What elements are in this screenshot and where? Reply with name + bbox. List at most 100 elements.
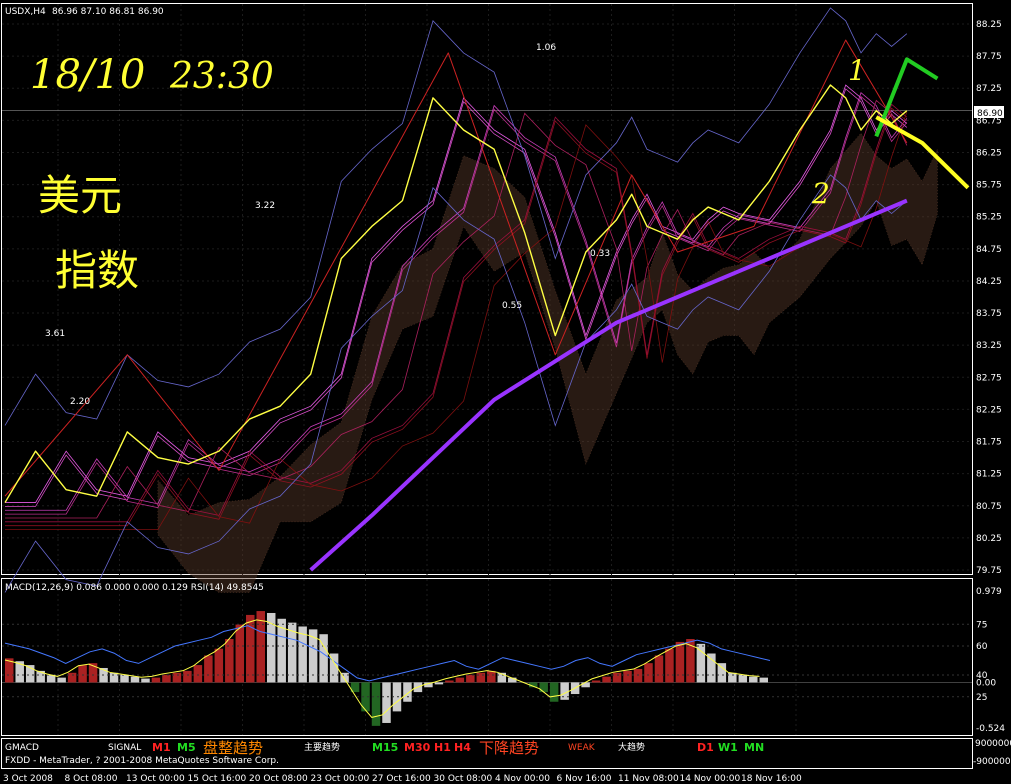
m30-indicator: M30 (404, 741, 431, 754)
price-tick-label: 82.25 (976, 405, 1002, 415)
macd-bar (549, 682, 559, 702)
macd-bar (214, 648, 224, 683)
macd-bar (162, 674, 171, 683)
time-tick-label: 11 Nov 08:00 (618, 774, 679, 784)
fib-label: 1.06 (536, 43, 556, 53)
price-tick-label: 81.25 (976, 470, 1002, 480)
macd-bar (623, 670, 632, 683)
indicator-tick-label: -0.524 (976, 724, 1005, 734)
macd-bar (109, 672, 119, 683)
macd-bar (612, 672, 622, 683)
macd-bar (382, 682, 391, 723)
macd-bar (665, 648, 674, 683)
time-tick-label: 13 Oct 00:00 (126, 774, 185, 784)
price-tick-label: 84.75 (976, 245, 1002, 255)
gmacd-label: GMACD (5, 743, 39, 753)
macd-bar (183, 670, 192, 683)
d1-indicator: D1 (697, 741, 714, 754)
macd-bar (466, 674, 475, 683)
indicator-tick-label: 60 (976, 642, 988, 652)
chart-stage: 88.2587.7587.2586.7586.2585.7585.2584.75… (1, 3, 1011, 784)
mn-indicator: MN (744, 741, 764, 754)
indicator-frame[interactable] (1, 578, 973, 736)
fib-label: 3.61 (45, 329, 65, 339)
time-tick-label: 23 Oct 00:00 (311, 774, 370, 784)
macd-bar (151, 677, 161, 683)
time-axis: 3 Oct 2008 8 Oct 08:00 13 Oct 00:00 15 Oct … (3, 774, 802, 784)
time-tick-label: 14 Nov 00:00 (680, 774, 741, 784)
macd-bar (193, 665, 203, 683)
macd-bar (141, 678, 150, 683)
macd-bar (392, 682, 402, 712)
indicator-tick-label: 0.979 (976, 587, 1002, 597)
macd-bar (67, 672, 77, 683)
indicator-header: MACD(12,26,9) 0.086 0.000 0.000 0.129 RS… (5, 583, 264, 593)
fib-label: 0.55 (502, 301, 522, 311)
macd-bar (633, 668, 643, 683)
handwritten-date: 18/10 (30, 52, 145, 98)
range-trend-label: 盘整趋势 (203, 739, 263, 757)
time-tick-label: 18 Nov 16:00 (741, 774, 802, 784)
macd-bar (120, 674, 129, 683)
price-tick-label: 82.75 (976, 373, 1002, 383)
macd-bar (581, 682, 590, 688)
fib-label: 3.22 (255, 201, 275, 211)
macd-bar (728, 672, 737, 683)
indicator-tick-label: 75 (976, 620, 987, 630)
macd-bar (476, 672, 486, 683)
price-tick-label: 88.25 (976, 20, 1002, 30)
price-axis: 88.2587.7587.2586.7586.2585.7585.2584.75… (976, 20, 1005, 734)
price-tick-label: 84.25 (976, 277, 1002, 287)
macd-bar (759, 677, 768, 683)
handwritten-time: 23:30 (169, 56, 274, 97)
macd-bar (235, 624, 245, 683)
chart-symbol: USDX,H4 (5, 7, 46, 17)
macd-bar (644, 663, 653, 683)
macd-bar (78, 665, 87, 683)
macd-bar (749, 676, 758, 683)
copyright-label: FXDD - MetaTrader, ? 2001-2008 MetaQuote… (5, 756, 279, 766)
macd-bar (707, 653, 716, 683)
indicator-tick-label: 25 (976, 693, 987, 703)
status-axis-bottom: -9000000 (973, 757, 1011, 767)
wave-label-2: 2 (811, 177, 830, 210)
macd-bar (445, 680, 454, 683)
macd-bar (539, 682, 548, 693)
price-tick-label: 85.75 (976, 181, 1002, 191)
price-tick-label: 87.75 (976, 52, 1002, 62)
macd-bar (696, 643, 706, 683)
macd-bar (591, 680, 601, 683)
macd-bar (130, 676, 140, 683)
macd-bar (675, 641, 685, 683)
h4-indicator: H4 (454, 741, 471, 754)
weak-label: WEAK (568, 743, 596, 753)
big-trend-label: 大趋势 (618, 741, 645, 753)
price-tick-label: 80.75 (976, 502, 1002, 512)
wave-label-1: 1 (848, 54, 866, 87)
macd-bar (172, 672, 182, 683)
signal-label: SIGNAL (108, 743, 141, 753)
m1-indicator: M1 (152, 741, 171, 754)
price-tick-label: 81.75 (976, 438, 1002, 448)
fib-label: 2.20 (70, 397, 90, 407)
handwritten-chinese-1: 美元 (38, 171, 122, 220)
time-tick-label: 4 Nov 00:00 (495, 774, 550, 784)
indicator-tick-label: 0.00 (976, 678, 996, 688)
macd-bar (717, 663, 727, 683)
status-axis-top: 9000000 (975, 739, 1011, 749)
macd-bar (204, 655, 213, 683)
macd-bar (256, 611, 265, 683)
w1-indicator: W1 (718, 741, 738, 754)
time-tick-label: 15 Oct 16:00 (188, 774, 247, 784)
macd-bar (434, 682, 444, 685)
handwritten-chinese-2: 指数 (55, 246, 139, 295)
main-trend-label: 主要趋势 (304, 741, 340, 753)
time-tick-label: 3 Oct 2008 (3, 774, 53, 784)
price-tick-label: 80.25 (976, 534, 1002, 544)
chart-ohlc: 86.96 87.10 86.81 86.90 (52, 7, 164, 17)
macd-bar (455, 677, 465, 683)
last-price-label: 86.90 (977, 109, 1003, 119)
price-tick-label: 83.75 (976, 309, 1002, 319)
down-trend-label: 下降趋势 (479, 739, 539, 757)
macd-bar (403, 682, 412, 702)
